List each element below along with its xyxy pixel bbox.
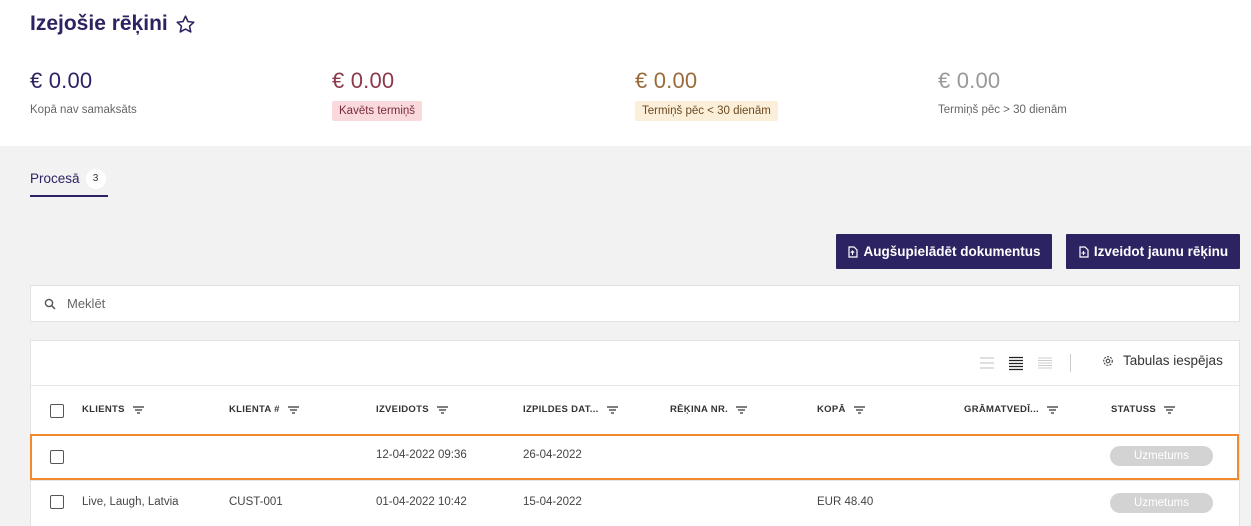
summary-overdue: € 0.00 Kavēts termiņš [332,68,612,121]
column-header-total[interactable]: KOPĀ [817,404,865,415]
star-icon[interactable] [175,14,196,35]
filter-icon[interactable] [736,405,748,414]
status-badge: Uzmetums [1110,493,1213,513]
filter-icon[interactable] [606,405,618,414]
cell-client-no: CUST-001 [229,496,283,508]
summary-amount: € 0.00 [938,68,1001,93]
column-header-client[interactable]: KLIENTS [82,404,144,415]
search-bar [30,285,1240,322]
table-header: KLIENTS KLIENTA # IZVEIDOTS IZPILDES DAT… [31,387,1239,434]
file-new-icon [1079,245,1089,258]
row-checkbox[interactable] [50,450,64,464]
cell-due-date: 15-04-2022 [523,496,582,508]
page-title-text: Izejošie rēķini [30,12,168,35]
filter-icon[interactable] [1046,405,1058,414]
filter-icon[interactable] [436,405,448,414]
column-header-status[interactable]: STATUSS [1111,404,1176,415]
cell-created: 12-04-2022 09:36 [376,449,467,461]
tab-in-process[interactable]: Procesā 3 [30,166,108,197]
column-header-created[interactable]: IZVEIDOTS [376,404,448,415]
tab-label: Procesā [30,171,80,186]
density-standard-icon[interactable] [1008,355,1024,371]
density-compact-icon[interactable] [1037,355,1053,371]
header-panel: Izejošie rēķini € 0.00 Kopā nav samaksāt… [0,0,1251,146]
status-badge: Uzmetums [1110,446,1213,466]
upload-documents-button[interactable]: Augšupielādēt dokumentus [836,234,1052,269]
summary-total-unpaid: € 0.00 Kopā nav samaksāts [30,68,310,118]
table-row[interactable]: Live, Laugh, Latvia CUST-001 01-04-2022 … [31,480,1239,524]
upload-documents-label: Augšupielādēt dokumentus [863,244,1041,259]
table-options-button[interactable]: Tabulas iespējas [1102,353,1223,368]
column-title: KLIENTA # [229,404,280,415]
column-header-accountant[interactable]: GRĀMATVEDĪ... [964,404,1058,415]
search-input[interactable] [67,296,1167,311]
column-title: IZVEIDOTS [376,404,429,415]
column-header-due-date[interactable]: IZPILDES DAT... [523,404,618,415]
column-header-client-no[interactable]: KLIENTA # [229,404,299,415]
create-invoice-button[interactable]: Izveidot jaunu rēķinu [1066,234,1240,269]
filter-icon[interactable] [132,405,144,414]
invoice-table: Tabulas iespējas KLIENTS KLIENTA # IZVEI… [30,340,1240,526]
column-title: RĒĶINA NR. [670,404,729,415]
summary-label-badge: Termiņš pēc < 30 dienām [635,101,778,121]
column-title: IZPILDES DAT... [523,404,599,415]
file-upload-icon [848,245,859,258]
cell-client: Live, Laugh, Latvia [82,496,179,508]
column-title: KOPĀ [817,404,846,415]
filter-icon[interactable] [287,405,299,414]
summary-label-badge: Kavēts termiņš [332,101,423,121]
column-header-invoice-no[interactable]: RĒĶINA NR. [670,404,748,415]
filter-icon[interactable] [853,405,865,414]
column-title: GRĀMATVEDĪ... [964,404,1039,415]
summary-amount: € 0.00 [30,68,93,93]
cell-due-date: 26-04-2022 [523,449,582,461]
summary-amount: € 0.00 [332,68,395,93]
toolbar-divider [1070,354,1071,372]
summary-label: Termiņš pēc > 30 dienām [938,104,1067,116]
table-toolbar: Tabulas iespējas [31,341,1239,386]
create-invoice-label: Izveidot jaunu rēķinu [1093,244,1229,259]
row-checkbox[interactable] [50,495,64,509]
column-title: STATUSS [1111,404,1157,415]
select-all-checkbox[interactable] [50,404,64,418]
summary-amount: € 0.00 [635,68,698,93]
density-comfortable-icon[interactable] [979,355,995,371]
settings-icon [1103,355,1113,366]
search-icon [44,298,56,310]
table-options-label: Tabulas iespējas [1123,353,1223,368]
summary-due-later: € 0.00 Termiņš pēc > 30 dienām [938,68,1218,118]
cell-total: EUR 48.40 [817,496,874,508]
filter-icon[interactable] [1164,405,1176,414]
summary-due-soon: € 0.00 Termiņš pēc < 30 dienām [635,68,915,121]
page-title: Izejošie rēķini [30,12,196,36]
column-title: KLIENTS [82,404,125,415]
tab-count-badge: 3 [85,169,106,189]
summary-label: Kopā nav samaksāts [30,104,137,116]
cell-created: 01-04-2022 10:42 [376,496,467,508]
table-row[interactable]: 12-04-2022 09:36 26-04-2022 Uzmetums [30,434,1239,480]
